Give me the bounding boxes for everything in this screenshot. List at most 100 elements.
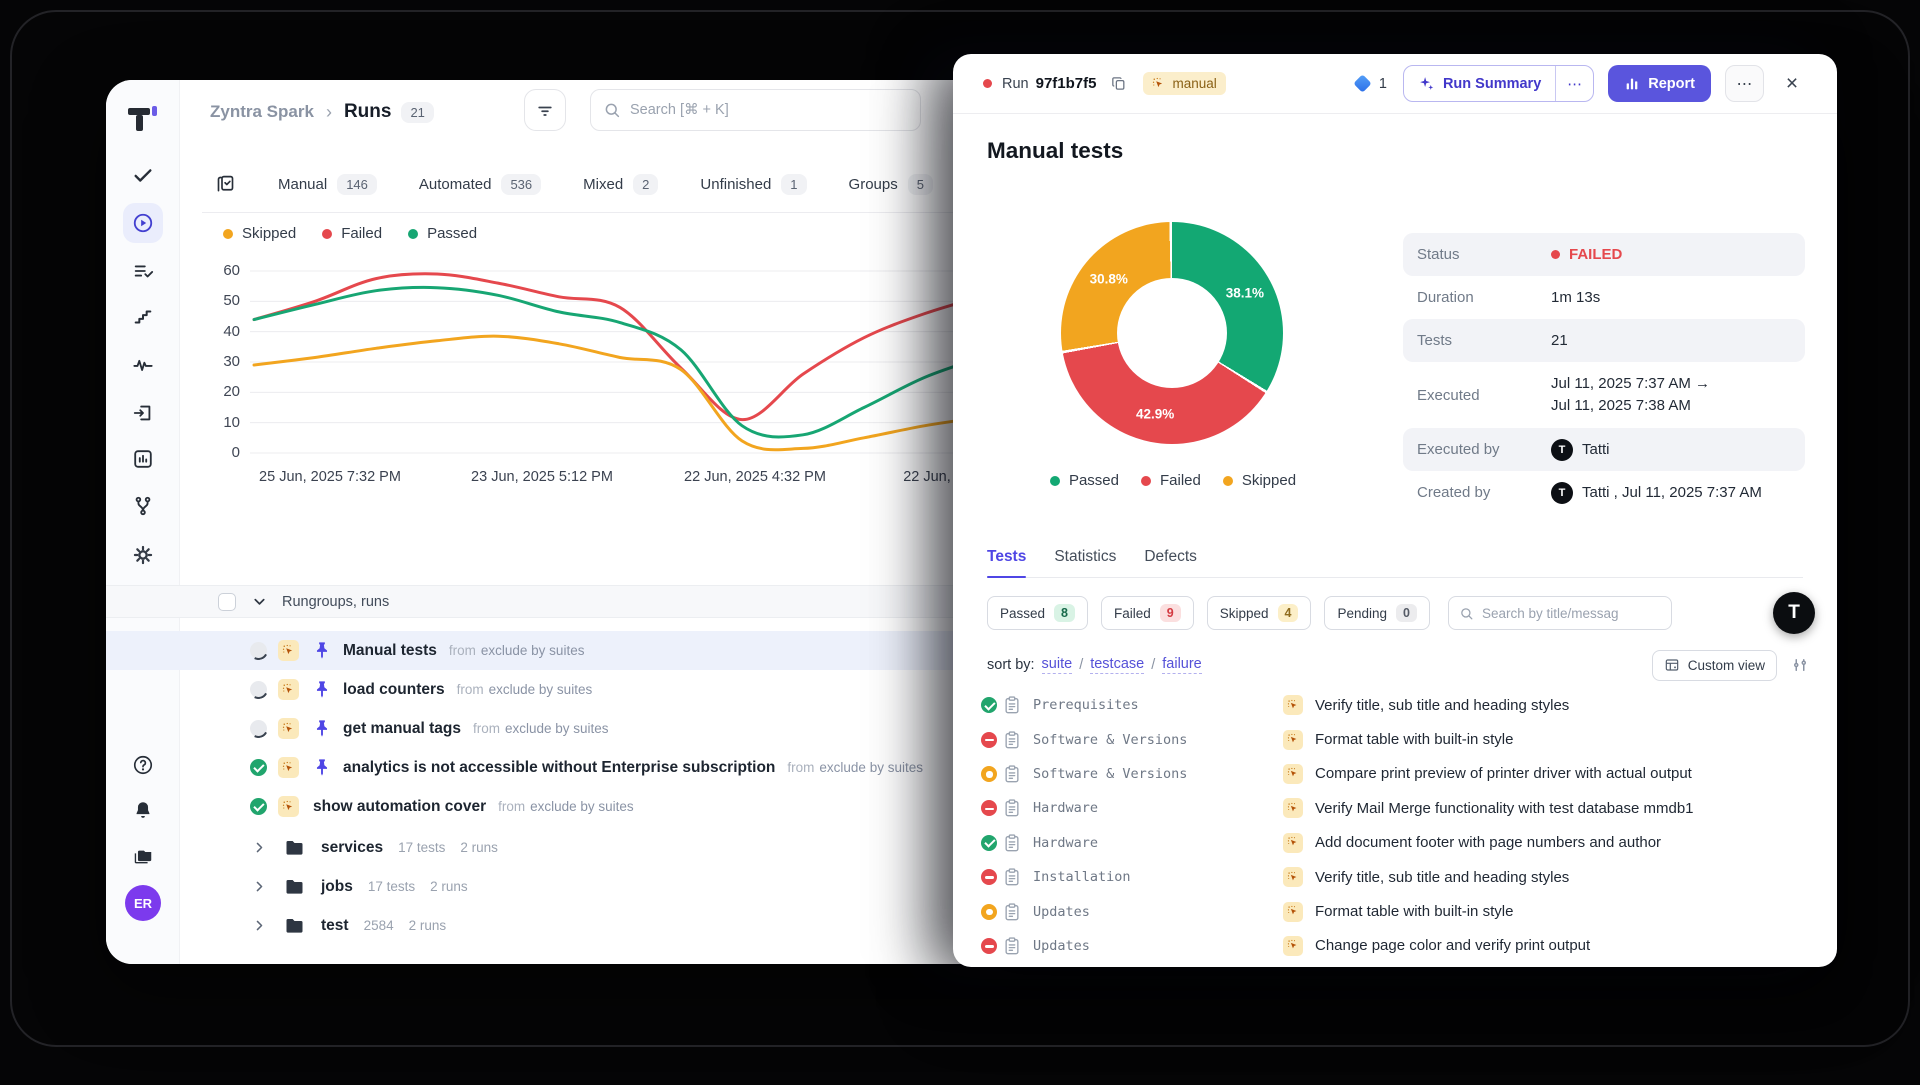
tab-count-badge: 2 — [633, 174, 658, 195]
sidebar-item-activity[interactable] — [123, 345, 163, 385]
legend-label: Passed — [427, 225, 477, 242]
sidebar-item-analytics[interactable] — [123, 439, 163, 479]
clipboard-icon — [1003, 937, 1033, 955]
test-row[interactable]: Updates Change page color and verify pri… — [981, 929, 1837, 963]
run-type-tab[interactable]: Mixed 2 — [583, 174, 658, 195]
test-suite: Installation — [1033, 869, 1283, 885]
select-all-checkbox[interactable] — [218, 593, 236, 611]
legend-dot — [223, 229, 233, 239]
sidebar-item-steps[interactable] — [123, 297, 163, 337]
test-title: Verify Mail Merge functionality with tes… — [1315, 800, 1837, 817]
manual-badge-label: manual — [1172, 76, 1216, 91]
y-tick: 30 — [210, 353, 240, 370]
global-search-input[interactable] — [630, 102, 908, 118]
run-status-icon — [250, 798, 267, 815]
manual-run-icon — [278, 640, 299, 661]
folder-runs-count: 2 runs — [409, 918, 447, 933]
x-tick: 22 Jun, — [903, 469, 951, 485]
gem-icon[interactable] — [1353, 74, 1371, 92]
sort-link-testcase[interactable]: testcase — [1090, 656, 1144, 674]
run-type-tab[interactable]: Manual 146 — [278, 174, 377, 195]
run-status-icon — [250, 681, 267, 698]
chevron-right-icon[interactable] — [253, 841, 266, 854]
gear-icon — [132, 544, 154, 566]
breadcrumb-project[interactable]: Zyntra Spark — [210, 102, 314, 122]
clipboard-icon — [1003, 868, 1033, 886]
custom-view-label: Custom view — [1688, 658, 1765, 673]
sidebar-item-testplans[interactable] — [123, 251, 163, 291]
run-summary-more-button[interactable]: ⋯ — [1555, 66, 1593, 101]
test-results-list: Prerequisites Verify title, sub title an… — [981, 688, 1837, 967]
pin-icon[interactable] — [315, 680, 329, 699]
run-title: Manual tests — [343, 642, 437, 660]
chevron-right-icon[interactable] — [253, 880, 266, 893]
x-tick: 25 Jun, 2025 7:32 PM — [259, 469, 401, 485]
test-row[interactable]: Hardware Verify Mail Merge functionality… — [981, 791, 1837, 825]
test-row[interactable]: Updates Format table with built-in style — [981, 894, 1837, 928]
chevron-down-icon[interactable] — [252, 594, 267, 609]
results-donut-chart: 38.1%42.9%30.8% — [1061, 222, 1283, 444]
status-filter-chip[interactable]: Failed 9 — [1101, 596, 1194, 630]
x-tick: 22 Jun, 2025 4:32 PM — [684, 469, 826, 485]
more-options-button[interactable]: ⋯ — [1725, 65, 1764, 102]
test-row[interactable]: Software & Versions Format table with bu… — [981, 722, 1837, 756]
close-icon[interactable]: × — [1777, 69, 1807, 99]
folder-name: services — [321, 839, 383, 857]
chevron-right-icon[interactable] — [253, 919, 266, 932]
copy-icon[interactable] — [1110, 75, 1127, 92]
run-type-tab[interactable]: Groups 5 — [849, 174, 933, 195]
run-type-tab[interactable]: Unfinished 1 — [700, 174, 806, 195]
sidebar-item-runs[interactable] — [123, 203, 163, 243]
y-tick: 60 — [210, 262, 240, 279]
run-type-tab[interactable]: Automated 536 — [419, 174, 541, 195]
test-suite: Hardware — [1033, 800, 1283, 816]
status-filter-chip[interactable]: Passed 8 — [987, 596, 1088, 630]
chip-count-badge: 9 — [1160, 604, 1181, 622]
test-search-input[interactable] — [1482, 606, 1661, 621]
legend-dot — [322, 229, 332, 239]
breadcrumb-current: Runs — [344, 101, 392, 123]
sidebar-item-import[interactable] — [123, 393, 163, 433]
list-check-icon — [132, 260, 154, 282]
filter-icon — [535, 100, 555, 120]
custom-view-button[interactable]: Custom view — [1652, 650, 1777, 681]
assistant-logo-badge[interactable]: T — [1773, 592, 1815, 634]
detail-row: Duration 1m 13s — [1403, 276, 1805, 319]
run-summary-button[interactable]: Run Summary ⋯ — [1403, 65, 1594, 102]
sort-separator: / — [1079, 657, 1083, 673]
filter-button[interactable] — [524, 89, 566, 131]
test-row[interactable] — [981, 963, 1837, 967]
sort-by: sort by: suite/testcase/failure — [987, 656, 1202, 674]
manual-run-icon — [278, 757, 299, 778]
manual-test-icon — [1283, 902, 1303, 922]
legend-item: Failed — [322, 225, 382, 242]
drawer-tab[interactable]: Defects — [1144, 536, 1197, 577]
sort-link-failure[interactable]: failure — [1162, 656, 1202, 674]
legend-item: Skipped — [223, 225, 296, 242]
sidebar-item-settings[interactable] — [123, 535, 163, 575]
test-row[interactable]: Prerequisites Verify title, sub title an… — [981, 688, 1837, 722]
test-status-icon — [981, 732, 997, 748]
pin-icon[interactable] — [315, 641, 329, 660]
sidebar-item-branches[interactable] — [123, 486, 163, 526]
status-filter-chip[interactable]: Skipped 4 — [1207, 596, 1312, 630]
status-filter-chip[interactable]: Pending 0 — [1324, 596, 1430, 630]
sidebar-item-checks[interactable] — [123, 155, 163, 195]
y-tick: 10 — [210, 414, 240, 431]
test-row[interactable]: Hardware Add document footer with page n… — [981, 826, 1837, 860]
test-row[interactable]: Software & Versions Compare print previe… — [981, 757, 1837, 791]
chevron-right-icon: › — [326, 102, 332, 123]
run-from-value: exclude by suites — [505, 721, 609, 736]
sort-link-suite[interactable]: suite — [1042, 656, 1073, 674]
sort-row: sort by: suite/testcase/failure Custom v… — [987, 648, 1809, 682]
test-row[interactable]: Installation Verify title, sub title and… — [981, 860, 1837, 894]
pin-icon[interactable] — [315, 758, 329, 777]
report-button[interactable]: Report — [1608, 65, 1711, 102]
manual-test-icon — [1283, 798, 1303, 818]
sliders-icon[interactable] — [1791, 656, 1809, 674]
app-logo[interactable] — [126, 104, 160, 138]
drawer-tab[interactable]: Tests — [987, 536, 1026, 577]
drawer-tab[interactable]: Statistics — [1054, 536, 1116, 577]
pin-icon[interactable] — [315, 719, 329, 738]
run-from-label: from — [787, 760, 814, 775]
